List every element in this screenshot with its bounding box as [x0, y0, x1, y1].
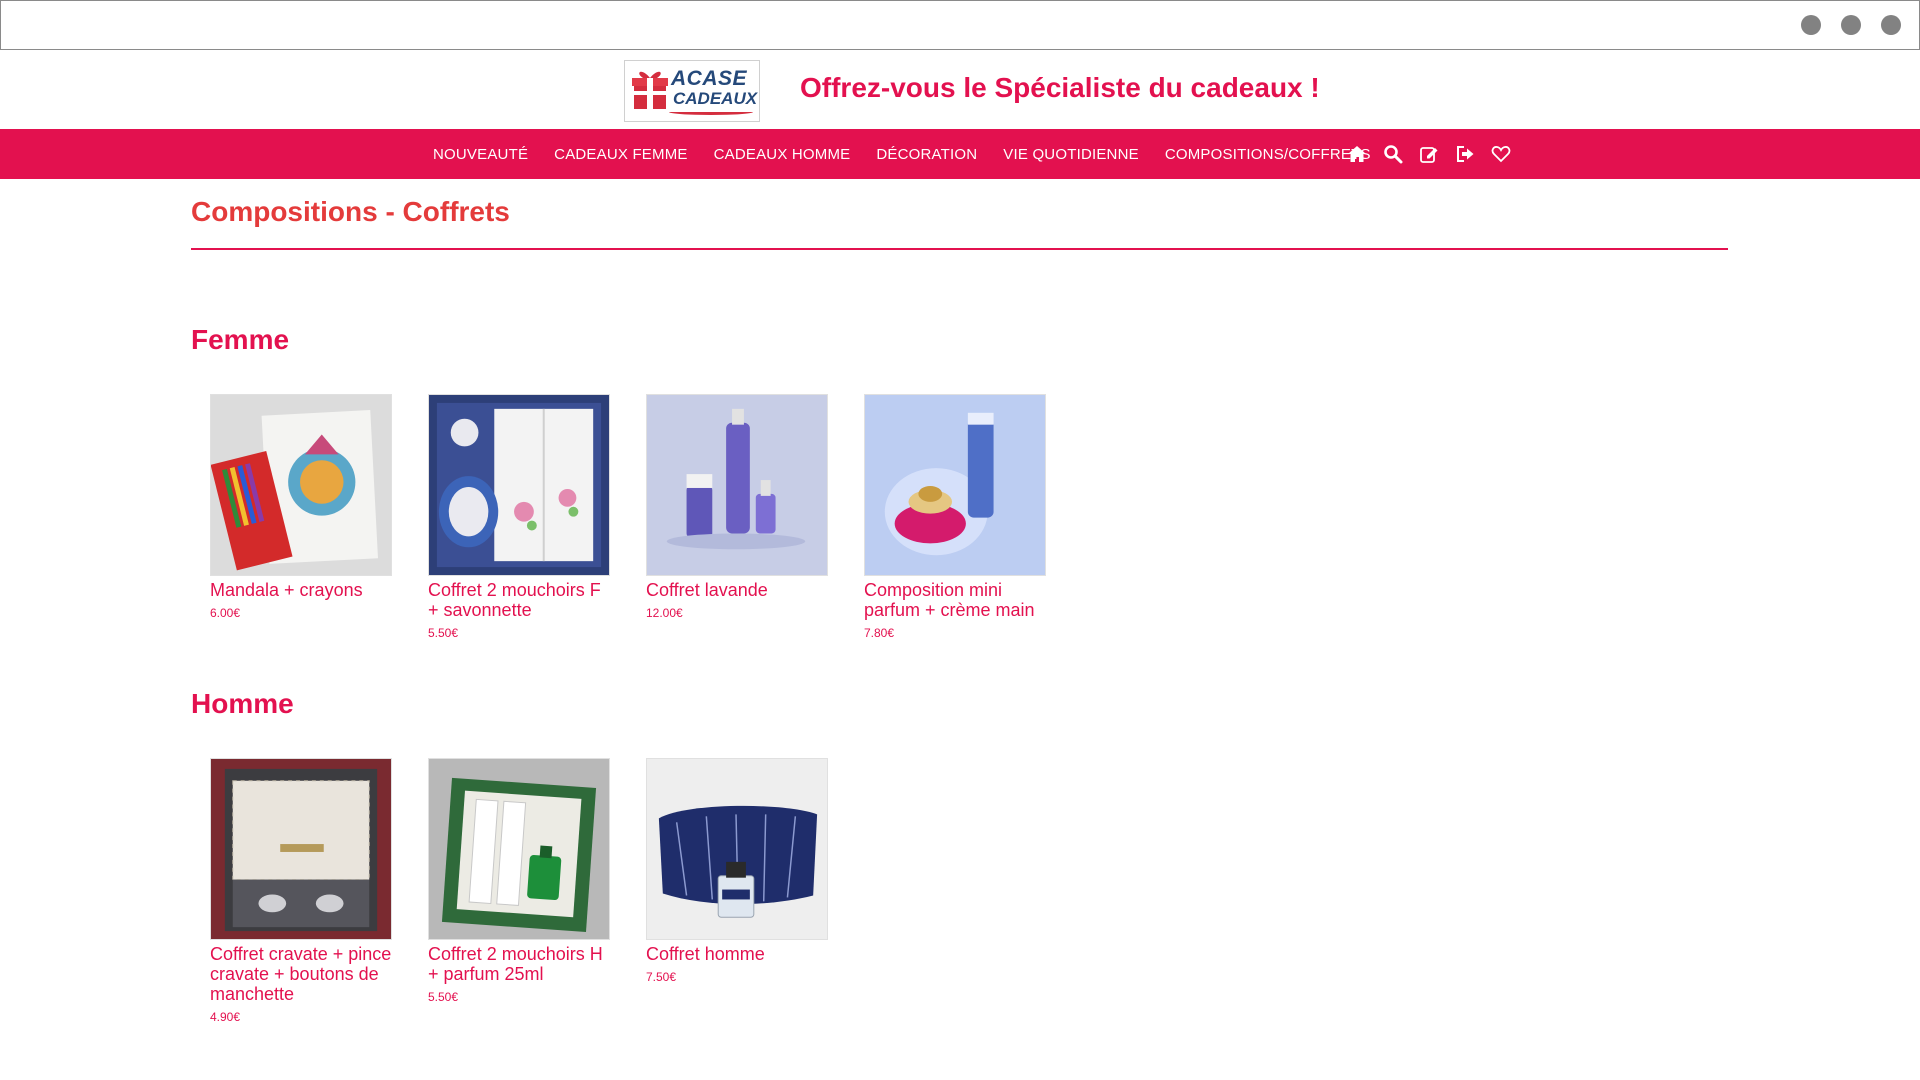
window-control-dot[interactable]	[1841, 15, 1861, 35]
title-divider	[191, 248, 1728, 250]
window-controls	[1801, 15, 1901, 35]
product-price: 7.50€	[646, 970, 677, 984]
nav-item-vie-quotidienne[interactable]: VIE QUOTIDIENNE	[1003, 146, 1139, 163]
product-price: 4.90€	[210, 1010, 241, 1024]
sign-out-icon[interactable]	[1454, 143, 1476, 165]
main-nav: NOUVEAUTÉ CADEAUX FEMME CADEAUX HOMME DÉ…	[0, 129, 1920, 179]
product-image[interactable]	[210, 394, 392, 576]
browser-window-bar	[0, 0, 1920, 50]
product-card[interactable]: Mandala + crayons 6.00€	[210, 394, 392, 620]
edit-icon[interactable]	[1418, 143, 1440, 165]
window-control-dot[interactable]	[1801, 15, 1821, 35]
nav-menu: NOUVEAUTÉ CADEAUX FEMME CADEAUX HOMME DÉ…	[433, 129, 1397, 179]
product-card[interactable]: Coffret cravate + pince cravate + bouton…	[210, 758, 392, 1024]
nav-item-compositions-coffrets[interactable]: COMPOSITIONS/COFFRETS	[1165, 146, 1371, 163]
logo-swoosh	[669, 109, 753, 115]
product-image[interactable]	[428, 758, 610, 940]
product-card[interactable]: Coffret lavande 12.00€	[646, 394, 828, 620]
product-price: 12.00€	[646, 606, 683, 620]
product-card[interactable]: Coffret 2 mouchoirs H + parfum 25ml 5.50…	[428, 758, 610, 1004]
product-price: 5.50€	[428, 990, 459, 1004]
gift-icon	[632, 71, 668, 109]
product-name[interactable]: Composition mini parfum + crème main	[864, 580, 1046, 620]
nav-item-cadeaux-femme[interactable]: CADEAUX FEMME	[554, 146, 687, 163]
product-name[interactable]: Mandala + crayons	[210, 580, 392, 600]
product-image[interactable]	[646, 394, 828, 576]
product-name[interactable]: Coffret lavande	[646, 580, 828, 600]
product-image[interactable]	[428, 394, 610, 576]
heart-icon[interactable]	[1490, 143, 1512, 165]
product-price: 5.50€	[428, 626, 459, 640]
section-title-homme: Homme	[191, 688, 294, 719]
page-title: Compositions - Coffrets	[191, 196, 510, 227]
window-control-dot[interactable]	[1881, 15, 1901, 35]
product-name[interactable]: Coffret homme	[646, 944, 828, 964]
logo-text-line2: CADEAUX	[673, 89, 758, 108]
product-name[interactable]: Coffret 2 mouchoirs H + parfum 25ml	[428, 944, 610, 984]
product-price: 7.80€	[864, 626, 895, 640]
section-title-femme: Femme	[191, 324, 290, 355]
nav-item-decoration[interactable]: DÉCORATION	[876, 146, 977, 163]
home-icon[interactable]	[1346, 143, 1368, 165]
site-tagline: Offrez-vous le Spécialiste du cadeaux !	[800, 72, 1320, 103]
product-card[interactable]: Coffret 2 mouchoirs F + savonnette 5.50€	[428, 394, 610, 640]
nav-item-cadeaux-homme[interactable]: CADEAUX HOMME	[714, 146, 851, 163]
product-image[interactable]	[864, 394, 1046, 576]
search-icon[interactable]	[1382, 143, 1404, 165]
site-logo[interactable]: ACASE CADEAUX	[624, 60, 760, 122]
product-name[interactable]: Coffret 2 mouchoirs F + savonnette	[428, 580, 610, 620]
product-image[interactable]	[210, 758, 392, 940]
product-price: 6.00€	[210, 606, 241, 620]
nav-icon-group	[1346, 129, 1512, 179]
product-card[interactable]: Coffret homme 7.50€	[646, 758, 828, 984]
product-name[interactable]: Coffret cravate + pince cravate + bouton…	[210, 944, 392, 1004]
product-image[interactable]	[646, 758, 828, 940]
nav-item-nouveaute[interactable]: NOUVEAUTÉ	[433, 146, 528, 163]
logo-text-line1: ACASE	[671, 67, 748, 90]
product-card[interactable]: Composition mini parfum + crème main 7.8…	[864, 394, 1046, 640]
